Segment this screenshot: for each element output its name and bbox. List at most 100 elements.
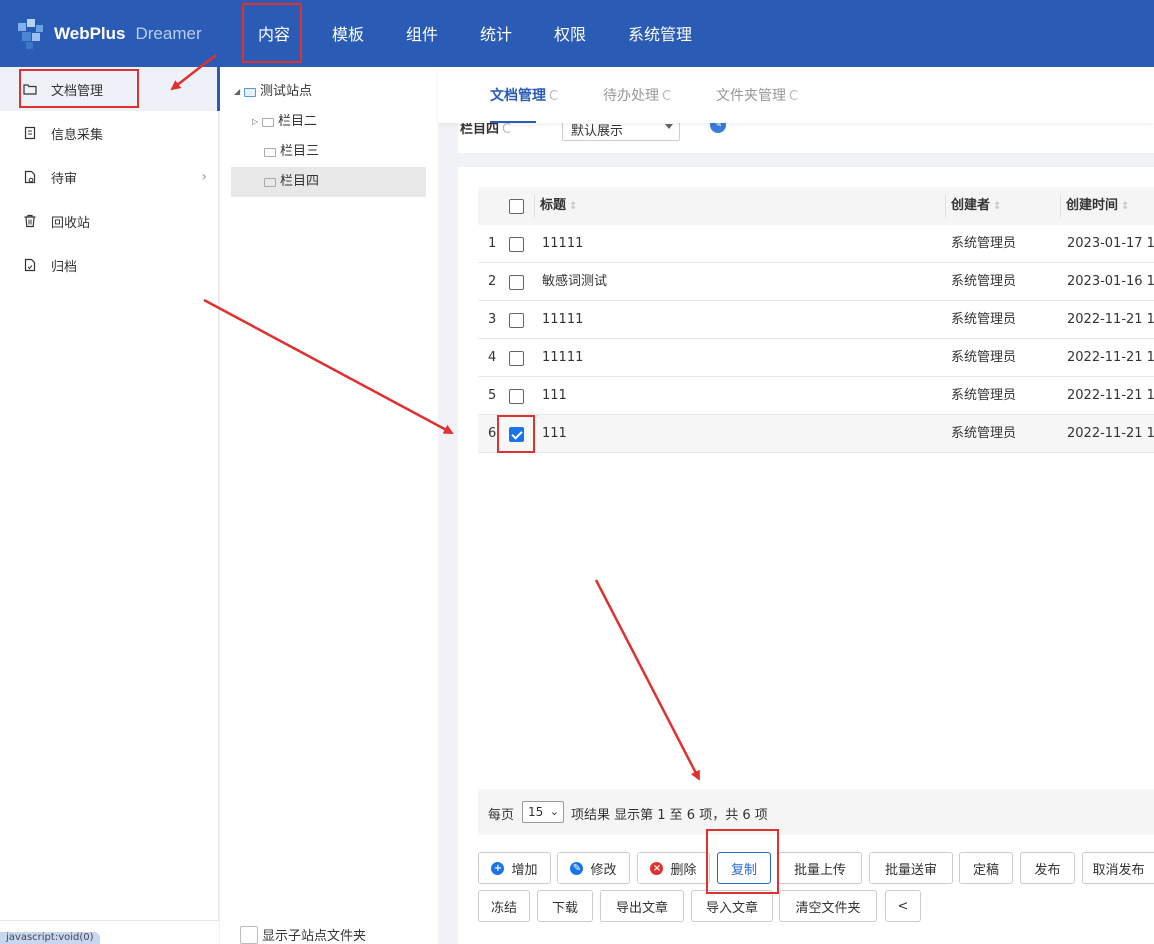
row-created-time: 2023-01-16 10 <box>1067 274 1154 289</box>
tab-todo[interactable]: 待办处理 C <box>603 67 671 123</box>
button-label: 修改 <box>590 862 617 878</box>
select-all-checkbox[interactable] <box>509 199 524 214</box>
row-number: 5 <box>488 388 497 403</box>
delete-button[interactable]: × 删除 <box>637 852 710 884</box>
x-circle-icon: × <box>650 861 664 875</box>
edit-button[interactable]: ✎ 修改 <box>557 852 630 884</box>
row-title[interactable]: 11111 <box>542 301 583 339</box>
document-table-card: 标题 ⇕ 创建者 ⇕ 创建时间 ⇕ 1 11111 系统管理员 2023-01-17 … <box>458 167 1154 944</box>
batch-submit-button[interactable]: 批量送审 <box>869 852 953 884</box>
refresh-icon[interactable]: C <box>502 122 511 137</box>
refresh-icon[interactable]: C <box>789 89 798 104</box>
row-checkbox[interactable] <box>509 351 524 366</box>
folder-icon <box>262 117 274 127</box>
table-row[interactable]: 4 11111 系统管理员 2022-11-21 19 <box>478 339 1154 377</box>
tree-node-column-2[interactable]: ▷ 栏目二 <box>252 107 317 137</box>
row-title[interactable]: 111 <box>542 377 567 415</box>
row-creator: 系统管理员 <box>951 312 1017 327</box>
add-button[interactable]: + 增加 <box>478 852 551 884</box>
tab-bar: 文档管理 C 待办处理 C 文件夹管理 C <box>438 67 1154 123</box>
plus-circle-icon: + <box>491 861 505 875</box>
tree-node-column-3[interactable]: 栏目三 <box>264 137 319 167</box>
pencil-circle-icon: ✎ <box>570 861 584 875</box>
row-created-time: 2022-11-21 19 <box>1067 388 1154 403</box>
row-title[interactable]: 11111 <box>542 225 583 263</box>
unpublish-button[interactable]: 取消发布 <box>1082 852 1154 884</box>
row-title[interactable]: 敏感词测试 <box>542 263 607 301</box>
collapse-triangle-icon[interactable]: ▷ <box>252 107 262 137</box>
table-row[interactable]: 1 11111 系统管理员 2023-01-17 18 <box>478 225 1154 263</box>
header-created-time[interactable]: 创建时间 ⇕ <box>1066 187 1129 225</box>
tree-node-label: 栏目二 <box>278 114 318 129</box>
copy-button[interactable]: 复制 <box>717 852 771 884</box>
sidebar-item-label: 待审 <box>51 171 78 187</box>
publish-button[interactable]: 发布 <box>1020 852 1075 884</box>
show-subsite-checkbox[interactable] <box>240 925 258 944</box>
sidebar-item-info-collect[interactable]: 信息采集 <box>0 111 219 155</box>
topnav-content[interactable]: 内容 <box>258 0 290 67</box>
header-title[interactable]: 标题 ⇕ <box>540 187 577 225</box>
row-creator: 系统管理员 <box>951 426 1017 441</box>
header-creator[interactable]: 创建者 ⇕ <box>951 187 1001 225</box>
table-row[interactable]: 2 敏感词测试 系统管理员 2023-01-16 10 <box>478 263 1154 301</box>
tree-node-label: 栏目四 <box>280 174 320 189</box>
header-label: 创建时间 <box>1066 198 1119 213</box>
row-number: 1 <box>488 236 497 251</box>
row-title[interactable]: 11111 <box>542 339 583 377</box>
refresh-icon[interactable]: C <box>549 89 558 104</box>
tab-doc-manage[interactable]: 文档管理 C <box>490 67 558 123</box>
logo-subtitle: Dreamer <box>135 24 202 43</box>
row-title[interactable]: 111 <box>542 415 567 453</box>
topnav-component[interactable]: 组件 <box>406 0 438 67</box>
refresh-icon[interactable]: C <box>662 89 671 104</box>
pagination-bar: 每页 15 ⌄ 项结果 显示第 1 至 6 项，共 6 项 <box>478 789 1154 835</box>
import-article-button[interactable]: 导入文章 <box>691 890 773 922</box>
table-row[interactable]: 6 111 系统管理员 2022-11-21 19 <box>478 415 1154 453</box>
tab-folder-manage[interactable]: 文件夹管理 C <box>716 67 798 123</box>
folder-icon <box>264 177 276 187</box>
finalize-button[interactable]: 定稿 <box>959 852 1013 884</box>
column-divider <box>534 195 535 217</box>
tree-node-column-4[interactable]: 栏目四 <box>231 167 426 197</box>
table-row[interactable]: 5 111 系统管理员 2022-11-21 19 <box>478 377 1154 415</box>
row-checkbox[interactable] <box>509 313 524 328</box>
show-subsite-folders[interactable]: 显示子站点文件夹 <box>240 925 366 944</box>
caret-down-icon <box>665 124 673 129</box>
download-button[interactable]: 下载 <box>537 890 593 922</box>
batch-upload-button[interactable]: 批量上传 <box>778 852 862 884</box>
per-page-value: 15 <box>528 805 544 819</box>
header-label: 标题 <box>540 198 567 213</box>
row-created-time: 2023-01-17 18 <box>1067 236 1154 251</box>
row-number: 3 <box>488 312 497 327</box>
row-checkbox-checked[interactable] <box>509 427 524 442</box>
topnav-template[interactable]: 模板 <box>332 0 364 67</box>
logo-text: WebPlus <box>54 24 126 43</box>
row-created-time: 2022-11-21 19 <box>1067 426 1154 441</box>
top-nav-bar: WebPlus Dreamer 内容 模板 组件 统计 权限 系统管理 <box>0 0 1154 67</box>
export-article-button[interactable]: 导出文章 <box>600 890 684 922</box>
row-creator: 系统管理员 <box>951 274 1017 289</box>
sidebar-item-doc-manage[interactable]: 文档管理 <box>0 67 220 111</box>
sidebar-item-pending[interactable]: 待审 › <box>0 155 219 199</box>
row-checkbox[interactable] <box>509 389 524 404</box>
sidebar-item-recycle[interactable]: 回收站 <box>0 199 219 243</box>
per-page-select[interactable]: 15 ⌄ <box>522 801 564 823</box>
topnav-stats[interactable]: 统计 <box>480 0 512 67</box>
sidebar-item-label: 信息采集 <box>51 127 104 143</box>
row-creator: 系统管理员 <box>951 350 1017 365</box>
tree-node-label: 栏目三 <box>280 144 320 159</box>
freeze-button[interactable]: 冻结 <box>478 890 530 922</box>
row-checkbox[interactable] <box>509 237 524 252</box>
app-logo[interactable]: WebPlus Dreamer <box>14 16 202 52</box>
clear-folder-button[interactable]: 清空文件夹 <box>779 890 877 922</box>
topnav-permissions[interactable]: 权限 <box>554 0 586 67</box>
button-label: 增加 <box>511 862 538 878</box>
collapse-button[interactable]: < <box>885 890 921 922</box>
sidebar-item-archive[interactable]: 归档 <box>0 243 219 287</box>
tree-node-root[interactable]: ◢ 测试站点 <box>234 77 312 107</box>
expand-triangle-icon[interactable]: ◢ <box>234 77 244 107</box>
table-row[interactable]: 3 11111 系统管理员 2022-11-21 19 <box>478 301 1154 339</box>
row-checkbox[interactable] <box>509 275 524 290</box>
trash-icon <box>23 214 37 228</box>
topnav-system[interactable]: 系统管理 <box>628 0 692 67</box>
